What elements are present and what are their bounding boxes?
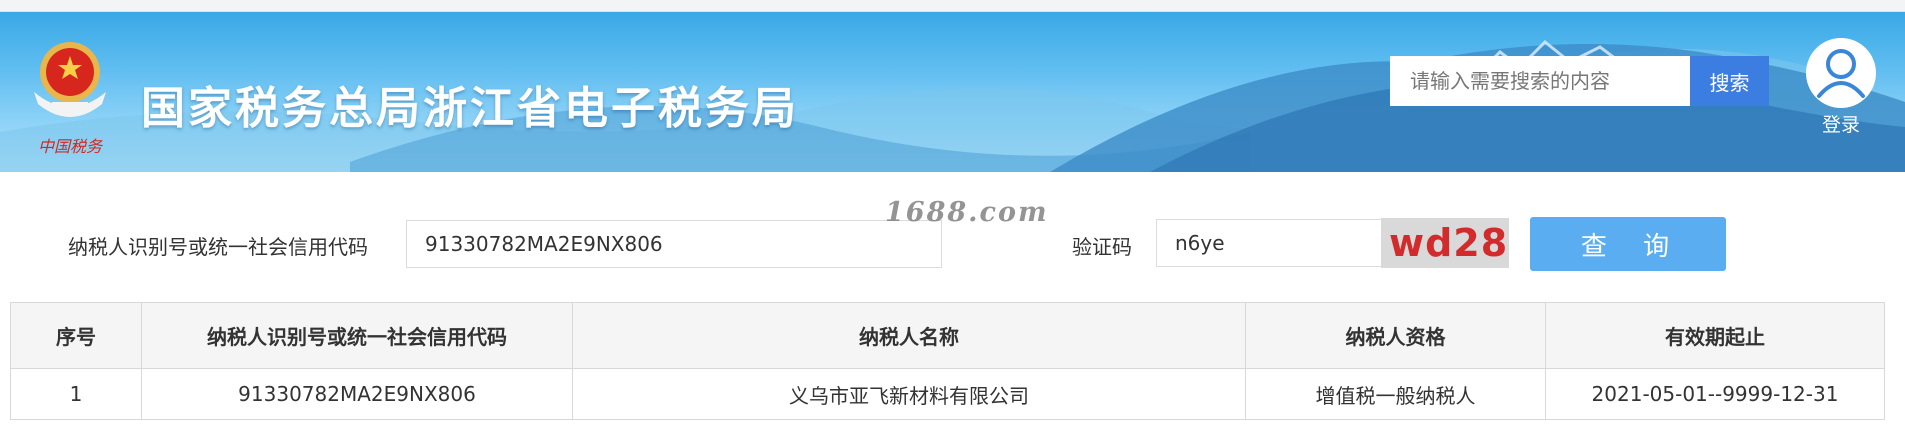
table-header-row: 序号 纳税人识别号或统一社会信用代码 纳税人名称 纳税人资格 有效期起止	[10, 302, 1885, 369]
captcha-label: 验证码	[1072, 235, 1132, 259]
site-search-input[interactable]	[1390, 56, 1690, 106]
column-header-taxpayer-qualification: 纳税人资格	[1245, 302, 1546, 369]
taxpayer-id-label: 纳税人识别号或统一社会信用代码	[68, 235, 368, 259]
site-title: 国家税务总局浙江省电子税务局	[141, 83, 799, 134]
query-button[interactable]: 查 询	[1530, 217, 1726, 271]
column-header-validity-period: 有效期起止	[1545, 302, 1885, 369]
login-link[interactable]: 登录	[1792, 110, 1890, 137]
captcha-input[interactable]	[1156, 219, 1384, 267]
taxpayer-id-input[interactable]	[406, 220, 942, 268]
cell-validity-period: 2021-05-01--9999-12-31	[1545, 368, 1885, 420]
column-header-taxpayer-id: 纳税人识别号或统一社会信用代码	[141, 302, 573, 369]
captcha-image-text: wd28	[1389, 221, 1509, 265]
result-table: 序号 纳税人识别号或统一社会信用代码 纳税人名称 纳税人资格 有效期起止 1 9…	[10, 302, 1885, 420]
column-header-index: 序号	[10, 302, 142, 369]
site-banner: 中国税务 国家税务总局浙江省电子税务局 搜索 登录	[0, 12, 1905, 172]
captcha-image[interactable]: wd28	[1381, 218, 1509, 268]
site-search-button[interactable]: 搜索	[1690, 56, 1769, 106]
column-header-taxpayer-name: 纳税人名称	[572, 302, 1246, 369]
tax-emblem-logo: 中国税务	[34, 42, 106, 156]
cell-index: 1	[10, 368, 142, 420]
watermark-text: 1688.com	[885, 197, 1049, 228]
cell-taxpayer-name: 义乌市亚飞新材料有限公司	[572, 368, 1246, 420]
cell-taxpayer-id: 91330782MA2E9NX806	[141, 368, 573, 420]
user-avatar-icon[interactable]	[1806, 38, 1876, 108]
cell-taxpayer-qualification: 增值税一般纳税人	[1245, 368, 1546, 420]
table-row: 1 91330782MA2E9NX806 义乌市亚飞新材料有限公司 增值税一般纳…	[10, 368, 1885, 420]
emblem-caption: 中国税务	[38, 137, 104, 156]
top-border	[0, 0, 1905, 12]
